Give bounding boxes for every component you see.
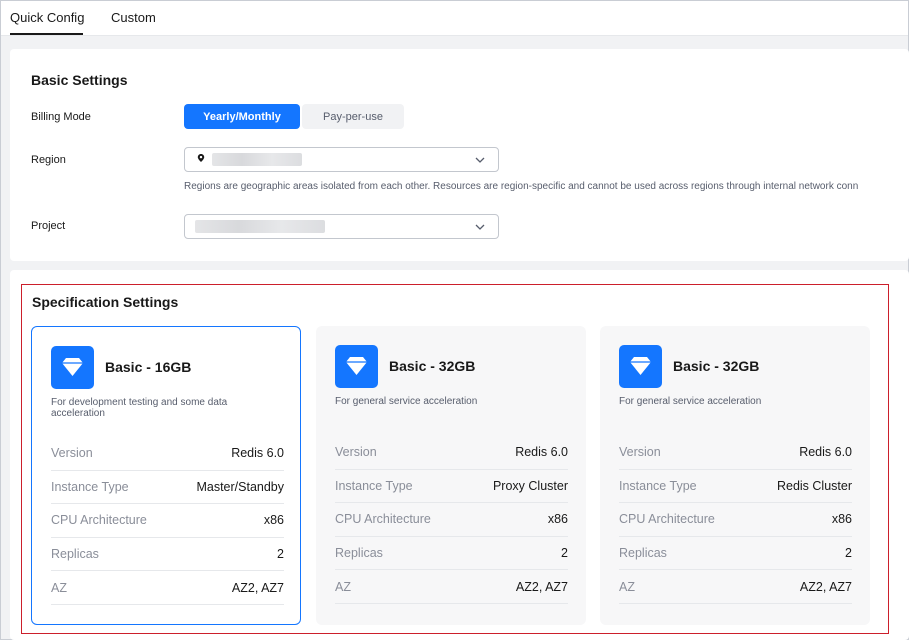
spec-row-key: Version	[335, 445, 377, 460]
specification-settings-title: Specification Settings	[32, 294, 179, 310]
project-select[interactable]	[184, 214, 499, 239]
spec-row-version: Version Redis 6.0	[335, 436, 568, 470]
spec-card-title: Basic - 32GB	[389, 358, 476, 374]
spec-attribute-list: Version Redis 6.0 Instance Type Master/Sta…	[51, 437, 284, 605]
spec-row-cpu-architecture: CPU Architecture x86	[619, 503, 852, 537]
spec-row-cpu-architecture: CPU Architecture x86	[335, 503, 568, 537]
spec-card-description: For general service acceleration	[619, 396, 762, 407]
spec-row-key: AZ	[51, 580, 67, 595]
billing-mode-selector: Yearly/Monthly Pay-per-use	[184, 104, 404, 129]
spec-card-basic-32gb-proxy[interactable]: Basic - 32GB For general service acceler…	[316, 326, 586, 625]
spec-row-value: AZ2, AZ7	[799, 579, 852, 594]
spec-row-value: Redis 6.0	[515, 445, 568, 460]
spec-row-key: Replicas	[619, 546, 667, 561]
spec-row-value: 2	[845, 546, 852, 561]
spec-row-az: AZ AZ2, AZ7	[51, 571, 284, 605]
spec-card-description: For development testing and some data ac…	[51, 397, 228, 419]
region-label: Region	[31, 154, 66, 166]
config-tabs: Quick Config Custom	[1, 1, 908, 36]
spec-row-replicas: Replicas 2	[619, 537, 852, 571]
spec-card-title: Basic - 16GB	[105, 359, 192, 375]
project-label: Project	[31, 220, 66, 232]
tab-custom[interactable]: Custom	[111, 10, 156, 25]
chevron-down-icon	[475, 157, 485, 163]
spec-row-cpu-architecture: CPU Architecture x86	[51, 504, 284, 538]
spec-row-replicas: Replicas 2	[51, 538, 284, 572]
spec-row-value: x86	[263, 513, 284, 528]
diamond-icon	[619, 345, 662, 388]
spec-row-key: CPU Architecture	[619, 512, 715, 527]
diamond-icon	[51, 346, 94, 389]
spec-row-value: Redis 6.0	[799, 445, 852, 460]
spec-row-instance-type: Instance Type Proxy Cluster	[335, 470, 568, 504]
spec-attribute-list: Version Redis 6.0 Instance Type Proxy Clus…	[335, 436, 568, 604]
chevron-down-icon	[475, 224, 485, 230]
spec-row-key: Version	[51, 446, 93, 461]
spec-row-value: 2	[561, 546, 568, 561]
billing-pay-per-use-button[interactable]: Pay-per-use	[302, 104, 404, 129]
spec-row-az: AZ AZ2, AZ7	[335, 570, 568, 604]
spec-row-value: Redis Cluster	[776, 478, 852, 493]
spec-row-version: Version Redis 6.0	[51, 437, 284, 471]
spec-row-value: 2	[277, 547, 284, 562]
spec-row-value: Master/Standby	[196, 479, 284, 494]
tab-quick-config[interactable]: Quick Config	[10, 10, 84, 25]
spec-row-instance-type: Instance Type Redis Cluster	[619, 470, 852, 504]
spec-row-key: AZ	[335, 579, 351, 594]
billing-mode-label: Billing Mode	[31, 111, 91, 123]
region-select[interactable]	[184, 147, 499, 172]
spec-row-key: CPU Architecture	[51, 513, 147, 528]
spec-card-basic-32gb-cluster[interactable]: Basic - 32GB For general service acceler…	[600, 326, 870, 625]
basic-settings-panel: Basic Settings Billing Mode Yearly/Month…	[10, 49, 909, 261]
basic-settings-title: Basic Settings	[31, 72, 128, 88]
spec-row-instance-type: Instance Type Master/Standby	[51, 471, 284, 505]
location-pin-icon	[197, 154, 205, 162]
spec-row-replicas: Replicas 2	[335, 537, 568, 571]
spec-row-value: AZ2, AZ7	[515, 579, 568, 594]
spec-attribute-list: Version Redis 6.0 Instance Type Redis Clus…	[619, 436, 852, 604]
spec-row-key: Instance Type	[51, 479, 129, 494]
spec-row-value: Proxy Cluster	[492, 478, 568, 493]
region-hint: Regions are geographic areas isolated fr…	[184, 181, 859, 192]
spec-row-key: CPU Architecture	[335, 512, 431, 527]
spec-row-key: Instance Type	[335, 478, 413, 493]
spec-row-key: AZ	[619, 579, 635, 594]
region-value-redacted	[212, 153, 302, 166]
spec-row-key: Instance Type	[619, 478, 697, 493]
spec-row-key: Replicas	[335, 546, 383, 561]
project-value-redacted	[195, 220, 325, 233]
spec-row-value: Redis 6.0	[231, 446, 284, 461]
spec-card-basic-16gb[interactable]: Basic - 16GB For development testing and…	[31, 326, 301, 625]
spec-card-title: Basic - 32GB	[673, 358, 760, 374]
spec-row-value: x86	[831, 512, 852, 527]
spec-row-value: x86	[547, 512, 568, 527]
spec-card-description: For general service acceleration	[335, 396, 478, 407]
billing-yearly-monthly-button[interactable]: Yearly/Monthly	[184, 104, 300, 129]
spec-row-key: Replicas	[51, 547, 99, 562]
active-tab-indicator	[10, 33, 83, 35]
spec-row-key: Version	[619, 445, 661, 460]
spec-row-value: AZ2, AZ7	[231, 580, 284, 595]
spec-row-az: AZ AZ2, AZ7	[619, 570, 852, 604]
diamond-icon	[335, 345, 378, 388]
spec-row-version: Version Redis 6.0	[619, 436, 852, 470]
